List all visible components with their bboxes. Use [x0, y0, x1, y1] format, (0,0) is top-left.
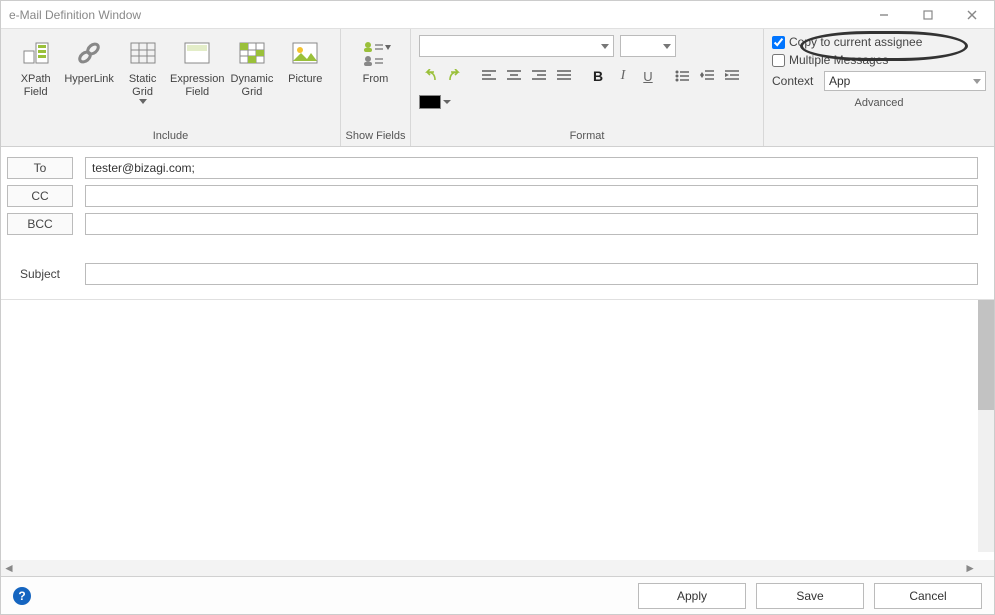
ribbon-group-advanced: Copy to current assignee Multiple Messag…	[764, 29, 994, 146]
font-color-button[interactable]	[419, 95, 441, 109]
picture-label: Picture	[288, 73, 322, 86]
dynamic-grid-button[interactable]: Dynamic Grid	[225, 33, 278, 103]
static-grid-label: Static Grid	[129, 73, 157, 99]
hyperlink-icon	[73, 37, 105, 69]
help-icon[interactable]: ?	[13, 587, 31, 605]
vscroll-thumb[interactable]	[978, 300, 994, 410]
expression-field-label: Expression Field	[170, 73, 224, 99]
copy-assignee-checkbox[interactable]: Copy to current assignee	[772, 35, 986, 49]
apply-button[interactable]: Apply	[638, 583, 746, 609]
indent-button[interactable]	[721, 65, 743, 87]
cc-input[interactable]	[85, 185, 978, 207]
multi-messages-input[interactable]	[772, 54, 785, 67]
dynamic-grid-icon	[236, 37, 268, 69]
body-editor-area: ◄ ►	[1, 299, 994, 576]
ribbon-group-include: XPath Field HyperLink Static Grid Expr	[1, 29, 341, 146]
context-label: Context	[772, 74, 820, 88]
bold-button[interactable]: B	[587, 65, 609, 87]
from-icon	[360, 37, 392, 69]
font-family-combo[interactable]	[419, 35, 614, 57]
subject-label: Subject	[7, 267, 73, 281]
vertical-scrollbar[interactable]	[978, 300, 994, 552]
picture-button[interactable]: Picture	[279, 33, 332, 90]
static-grid-button[interactable]: Static Grid	[116, 33, 169, 108]
showfields-group-label: Show Fields	[341, 130, 410, 146]
xpath-field-icon	[20, 37, 52, 69]
outdent-button[interactable]	[696, 65, 718, 87]
window-title: e-Mail Definition Window	[9, 8, 141, 22]
maximize-button[interactable]	[906, 1, 950, 29]
underline-button[interactable]: U	[637, 65, 659, 87]
include-group-label: Include	[1, 130, 340, 146]
footer: ? Apply Save Cancel	[1, 576, 994, 614]
email-fields: To tester@bizagi.com; CC BCC Subject	[1, 147, 994, 295]
chevron-down-icon	[973, 79, 981, 84]
align-center-button[interactable]	[503, 65, 525, 87]
save-button[interactable]: Save	[756, 583, 864, 609]
multi-messages-checkbox[interactable]: Multiple Messages	[772, 53, 986, 67]
to-button[interactable]: To	[7, 157, 73, 179]
ribbon-group-showfields: From Show Fields	[341, 29, 411, 146]
bcc-button[interactable]: BCC	[7, 213, 73, 235]
copy-assignee-input[interactable]	[772, 36, 785, 49]
italic-button[interactable]: I	[612, 65, 634, 87]
to-input[interactable]: tester@bizagi.com;	[85, 157, 978, 179]
xpath-field-button[interactable]: XPath Field	[9, 33, 62, 103]
format-group-label: Format	[411, 130, 763, 146]
redo-button[interactable]	[444, 65, 466, 87]
hyperlink-button[interactable]: HyperLink	[62, 33, 116, 90]
undo-button[interactable]	[419, 65, 441, 87]
context-value: App	[829, 74, 850, 88]
titlebar: e-Mail Definition Window	[1, 1, 994, 29]
minimize-button[interactable]	[862, 1, 906, 29]
from-label: From	[363, 73, 389, 86]
static-grid-icon	[127, 37, 159, 69]
bullet-list-button[interactable]	[671, 65, 693, 87]
subject-input[interactable]	[85, 263, 978, 285]
horizontal-scrollbar[interactable]: ◄ ►	[1, 560, 978, 576]
cc-button[interactable]: CC	[7, 185, 73, 207]
align-right-button[interactable]	[528, 65, 550, 87]
advanced-group-label: Advanced	[764, 97, 994, 113]
font-size-combo[interactable]	[620, 35, 676, 57]
multi-messages-label: Multiple Messages	[789, 53, 888, 67]
align-left-button[interactable]	[478, 65, 500, 87]
body-editor[interactable]	[9, 300, 978, 552]
bcc-input[interactable]	[85, 213, 978, 235]
xpath-field-label: XPath Field	[21, 73, 51, 99]
cancel-button[interactable]: Cancel	[874, 583, 982, 609]
picture-icon	[289, 37, 321, 69]
ribbon: XPath Field HyperLink Static Grid Expr	[1, 29, 994, 147]
from-button[interactable]: From	[349, 33, 402, 90]
scroll-right-icon[interactable]: ►	[964, 561, 976, 575]
expression-field-icon	[181, 37, 213, 69]
ribbon-group-format: B I U Format	[411, 29, 764, 146]
scroll-corner	[978, 560, 994, 576]
copy-assignee-label: Copy to current assignee	[789, 35, 922, 49]
context-combo[interactable]: App	[824, 71, 986, 91]
to-value: tester@bizagi.com;	[92, 161, 195, 175]
hyperlink-label: HyperLink	[64, 73, 114, 86]
dynamic-grid-label: Dynamic Grid	[231, 73, 274, 99]
scroll-left-icon[interactable]: ◄	[3, 561, 15, 575]
chevron-down-icon	[139, 99, 147, 104]
align-justify-button[interactable]	[553, 65, 575, 87]
close-button[interactable]	[950, 1, 994, 29]
expression-field-button[interactable]: Expression Field	[169, 33, 225, 103]
